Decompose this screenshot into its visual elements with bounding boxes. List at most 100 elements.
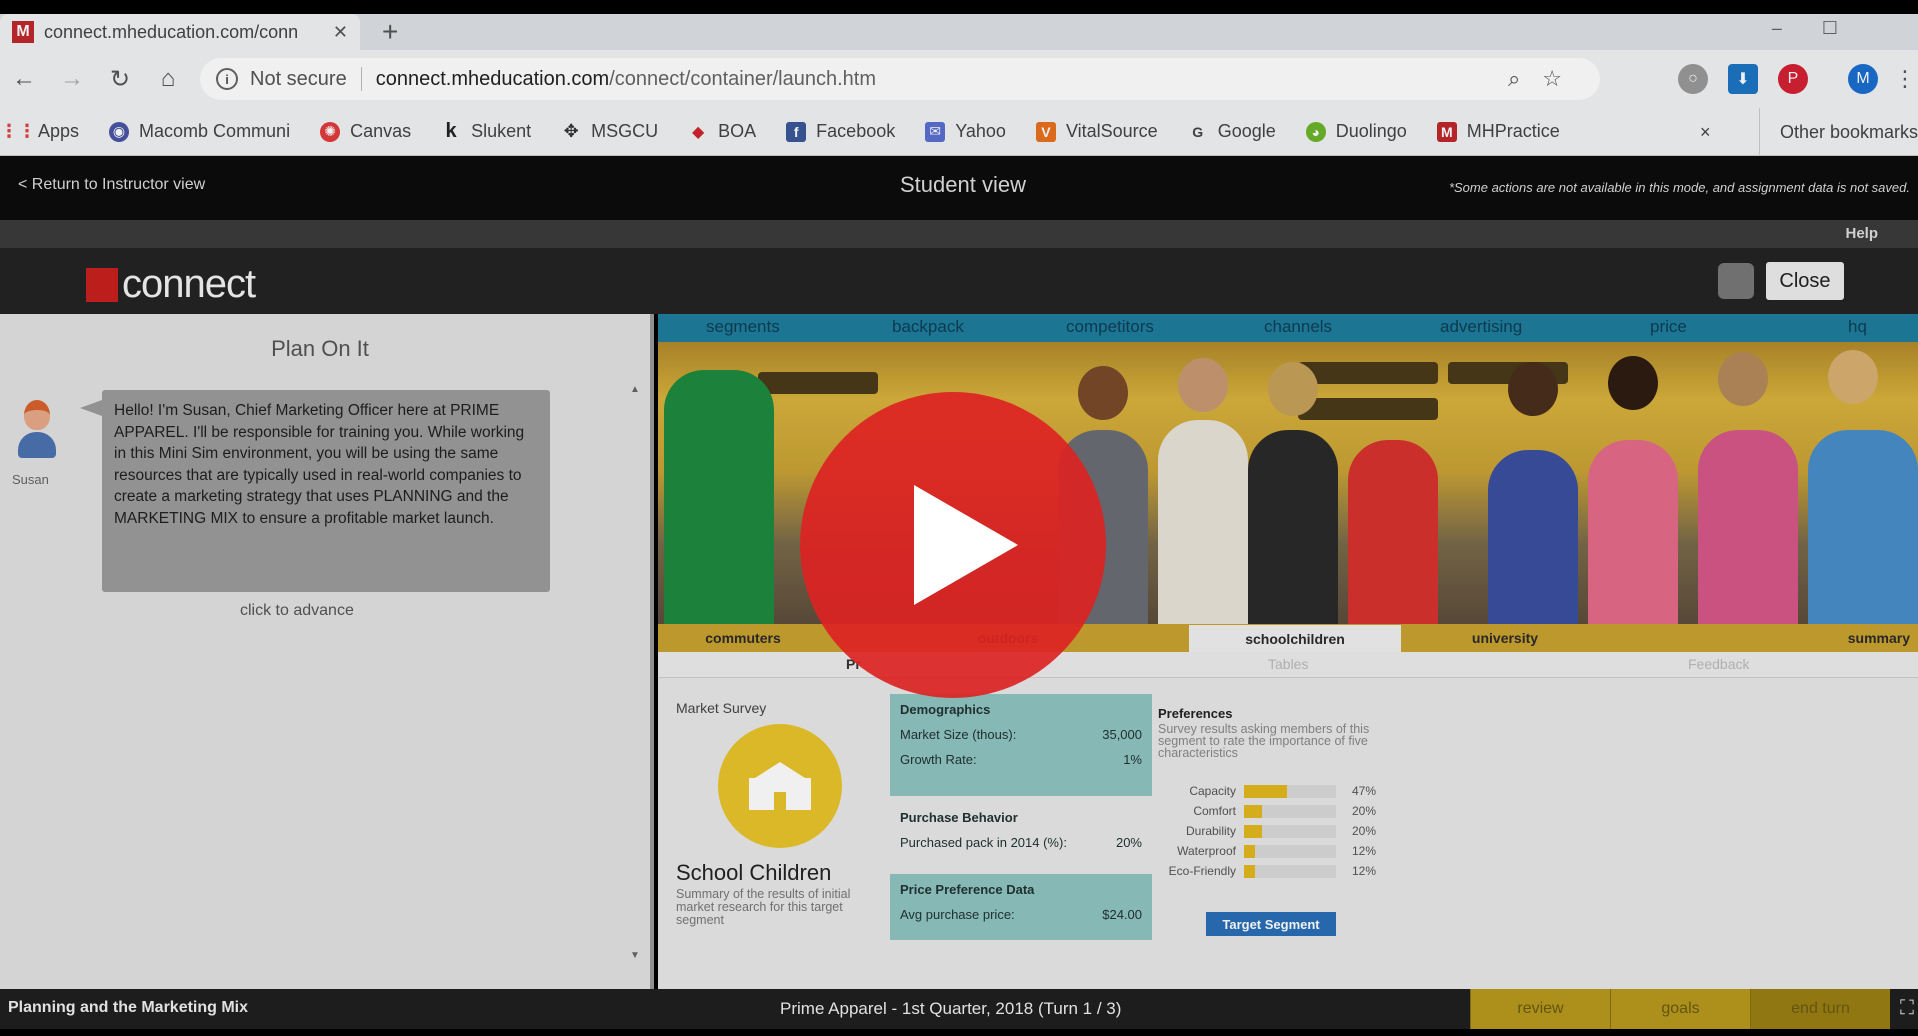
menu-icon[interactable]: ⋮ — [1890, 64, 1918, 94]
bookmark-google[interactable]: G Google — [1188, 121, 1276, 142]
data-row: Growth Rate: 1% — [900, 752, 1142, 767]
preference-bar — [1244, 844, 1336, 858]
tab-commuters[interactable]: commuters — [658, 624, 828, 652]
tab-title: connect.mheducation.com/conn — [44, 21, 299, 42]
preference-label: Eco-Friendly — [1168, 864, 1236, 878]
divider — [360, 67, 362, 91]
address-bar[interactable]: i Not secure connect.mheducation.com/con… — [200, 58, 1600, 100]
student-view-notice: *Some actions are not available in this … — [1448, 180, 1910, 195]
nav-price[interactable]: price — [1650, 317, 1687, 337]
target-segment-button[interactable]: Target Segment — [1206, 912, 1336, 936]
connect-header: connect Close — [0, 248, 1918, 314]
bookmark-msgcu[interactable]: ✥ MSGCU — [561, 121, 659, 142]
tab-schoolchildren[interactable]: schoolchildren — [1188, 624, 1402, 652]
boa-icon: ◆ — [692, 123, 705, 141]
play-icon — [914, 485, 1018, 605]
subnav-tables[interactable]: Tables — [1268, 656, 1308, 672]
puzzle-icon[interactable] — [1718, 263, 1754, 299]
close-button[interactable]: Close — [1766, 262, 1844, 300]
preference-bar-fill — [1244, 804, 1263, 818]
connect-logo: connect — [86, 262, 256, 307]
tab-summary[interactable]: summary — [1608, 624, 1918, 652]
bookmark-yahoo[interactable]: ✉ Yahoo — [925, 121, 1006, 142]
bookmarks-close-icon[interactable]: × — [1700, 122, 1711, 143]
status-bar: Planning and the Marketing Mix Prime App… — [0, 989, 1918, 1029]
nav-backpack[interactable]: backpack — [892, 317, 964, 337]
return-to-instructor-link[interactable]: < Return to Instructor view — [18, 176, 205, 194]
preference-label: Comfort — [1193, 804, 1236, 818]
preference-bar-fill — [1244, 784, 1288, 798]
zoom-star-icons[interactable]: ⌕☆ — [1508, 66, 1584, 92]
preference-bar-fill — [1244, 824, 1263, 838]
help-bar: Help — [0, 220, 1918, 248]
preference-row: Comfort 20% — [1158, 804, 1376, 818]
extension-icon[interactable]: ○ — [1678, 64, 1708, 94]
bookmark-slukent[interactable]: k Slukent — [441, 120, 532, 142]
preference-value: 20% — [1351, 824, 1376, 838]
profile-avatar[interactable]: M — [1848, 64, 1878, 94]
new-tab-icon[interactable]: + — [382, 14, 398, 50]
google-icon: G — [1192, 123, 1204, 140]
fullscreen-icon[interactable]: ⛶ — [1900, 997, 1914, 1020]
preferences-panel: Preferences Survey results asking member… — [1158, 706, 1418, 759]
bookmark-canvas[interactable]: ✺ Canvas — [320, 121, 411, 142]
url-host: connect.mheducation.com — [375, 67, 610, 90]
forward-icon[interactable]: → — [48, 65, 96, 93]
review-button[interactable]: review — [1470, 989, 1610, 1029]
scrollbar[interactable]: ▲ ▼ — [630, 384, 640, 964]
nav-advertising[interactable]: advertising — [1440, 317, 1522, 337]
reload-icon[interactable]: ↻ — [96, 65, 144, 94]
tab-close-icon[interactable]: ✕ — [333, 22, 348, 43]
frame-edge — [0, 1029, 1918, 1036]
bookmark-duolingo[interactable]: ◕ Duolingo — [1305, 121, 1407, 142]
other-bookmarks[interactable]: Other bookmarks — [1758, 108, 1918, 156]
pinterest-icon[interactable]: P — [1778, 64, 1808, 94]
bookmark-facebook[interactable]: f Facebook — [786, 121, 895, 142]
preference-row: Waterproof 12% — [1158, 844, 1376, 858]
nav-hq[interactable]: hq — [1848, 317, 1867, 337]
window-controls[interactable]: –☐ — [1772, 18, 1878, 39]
turn-status: Prime Apparel - 1st Quarter, 2018 (Turn … — [780, 999, 1122, 1018]
purchase-behavior-box: Purchase Behavior Purchased pack in 2014… — [890, 802, 1152, 866]
nav-competitors[interactable]: competitors — [1066, 317, 1154, 337]
back-icon[interactable]: ← — [0, 65, 48, 93]
browser-tab-strip: M connect.mheducation.com/conn ✕ + –☐ — [0, 0, 1918, 50]
susan-avatar — [16, 400, 58, 460]
bookmark-apps[interactable]: ⋮⋮ Apps — [0, 121, 79, 142]
preference-value: 12% — [1351, 844, 1376, 858]
avatar-name: Susan — [12, 472, 49, 487]
macomb-icon: ◉ — [109, 121, 130, 142]
preference-bar — [1244, 824, 1336, 838]
url-path: /connect/container/launch.htm — [609, 67, 877, 90]
subnav-feedback[interactable]: Feedback — [1688, 656, 1749, 672]
bookmark-boa[interactable]: ◆ BOA — [688, 121, 756, 142]
home-icon[interactable]: ⌂ — [144, 65, 192, 93]
bookmark-vitalsource[interactable]: V VitalSource — [1035, 121, 1158, 142]
tab-university[interactable]: university — [1402, 624, 1608, 652]
preferences-description: Survey results asking members of this se… — [1158, 722, 1370, 760]
nav-segments[interactable]: segments — [706, 317, 780, 337]
message-bubble[interactable]: Hello! I'm Susan, Chief Marketing Office… — [80, 390, 550, 592]
student-view-title: Student view — [900, 172, 1026, 197]
plan-on-it-panel: Plan On It Susan Hello! I'm Susan, Chief… — [0, 314, 654, 989]
download-extension-icon[interactable]: ⬇ — [1728, 64, 1758, 94]
scroll-up-icon[interactable]: ▲ — [630, 384, 640, 395]
student-view-bar: < Return to Instructor view Student view… — [0, 156, 1918, 220]
scroll-down-icon[interactable]: ▼ — [630, 950, 640, 961]
data-row: Market Size (thous): 35,000 — [900, 727, 1142, 742]
browser-tab[interactable]: M connect.mheducation.com/conn ✕ — [0, 14, 360, 50]
preference-value: 12% — [1351, 864, 1376, 878]
preference-bar-fill — [1244, 864, 1256, 878]
nav-channels[interactable]: channels — [1264, 317, 1332, 337]
help-link[interactable]: Help — [1845, 225, 1878, 242]
end-turn-button[interactable]: end turn — [1750, 989, 1890, 1029]
mcgraw-hill-logo-icon — [86, 267, 118, 302]
bookmark-mhpractice[interactable]: M MHPractice — [1436, 121, 1560, 142]
play-button[interactable] — [800, 392, 1106, 698]
goals-button[interactable]: goals — [1610, 989, 1750, 1029]
segment-description: Summary of the results of initial market… — [676, 887, 851, 927]
info-icon[interactable]: i — [216, 68, 238, 90]
bookmark-macomb[interactable]: ◉ Macomb Communi — [109, 121, 290, 142]
click-to-advance-link[interactable]: click to advance — [240, 602, 354, 620]
mheducation-favicon-icon: M — [12, 21, 34, 43]
